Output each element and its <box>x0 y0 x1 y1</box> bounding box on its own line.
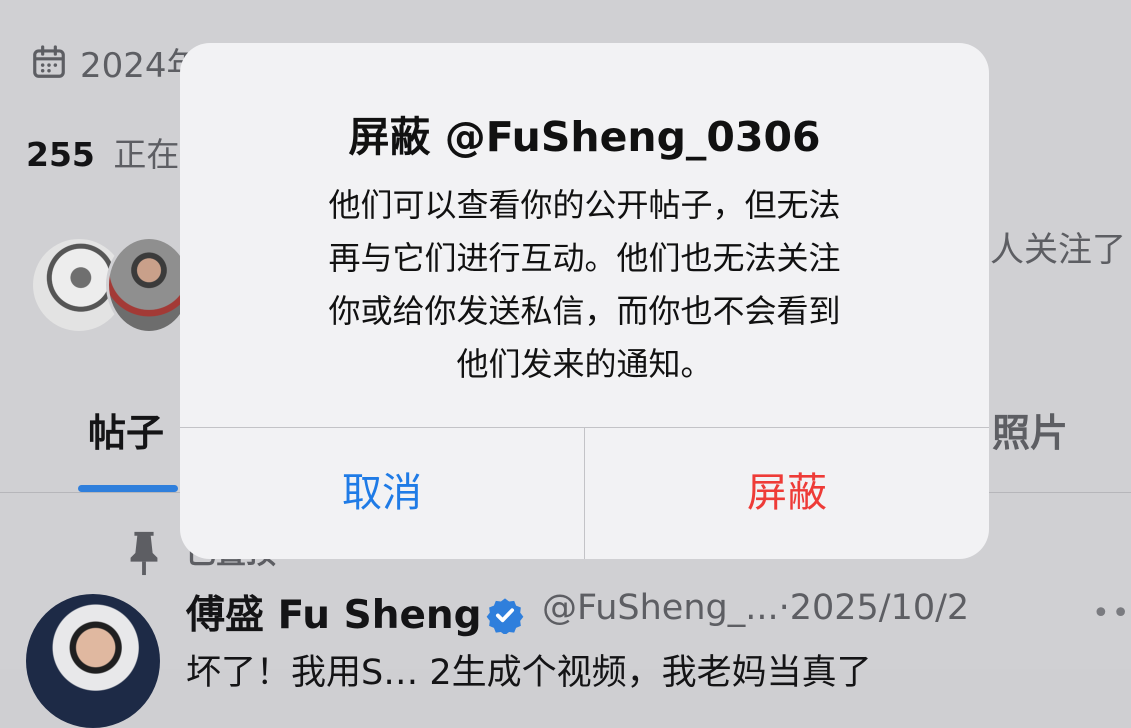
more-options-icon[interactable]: ••• <box>1092 596 1131 631</box>
post-text: 坏了！我用S… 2生成个视频，我老妈当真了 <box>186 653 872 693</box>
dialog-message-line: 他们发来的通知。 <box>456 345 713 383</box>
followed-by-text[interactable]: 人关注了 <box>990 222 1126 271</box>
following-label: 正在 <box>113 135 180 174</box>
author-handle-date: @FuSheng_...·2025/10/2 <box>542 588 970 628</box>
dialog-title: 屏蔽 @FuSheng_0306 <box>348 113 821 161</box>
author-name[interactable]: 傅盛 Fu Sheng <box>186 584 482 640</box>
verified-badge-icon <box>486 598 524 634</box>
following-count: 255 <box>26 135 95 174</box>
dialog-message-line: 你或给你发送私信，而你也不会看到 <box>328 292 841 330</box>
joined-row: 2024年 <box>30 38 201 86</box>
following-count-row[interactable]: 255 正在 <box>26 128 179 176</box>
cancel-button[interactable]: 取消 <box>180 428 584 559</box>
tab-posts[interactable]: 帖子 <box>88 402 164 457</box>
calendar-icon <box>33 45 65 78</box>
tab-photos[interactable]: 照片 <box>992 402 1068 457</box>
dialog-message-line: 他们可以查看你的公开帖子，但无法 <box>328 186 841 224</box>
dialog-message-line: 再与它们进行互动。他们也无法关注 <box>328 239 841 277</box>
block-button[interactable]: 屏蔽 <box>585 428 989 559</box>
author-avatar[interactable] <box>26 594 160 728</box>
block-confirmation-dialog: 屏蔽 @FuSheng_0306 他们可以查看你的公开帖子，但无法 再与它们进行… <box>180 43 989 559</box>
pin-icon <box>130 531 158 576</box>
dialog-message: 他们可以查看你的公开帖子，但无法 再与它们进行互动。他们也无法关注 你或给你发送… <box>180 179 989 391</box>
active-tab-indicator <box>78 485 178 492</box>
